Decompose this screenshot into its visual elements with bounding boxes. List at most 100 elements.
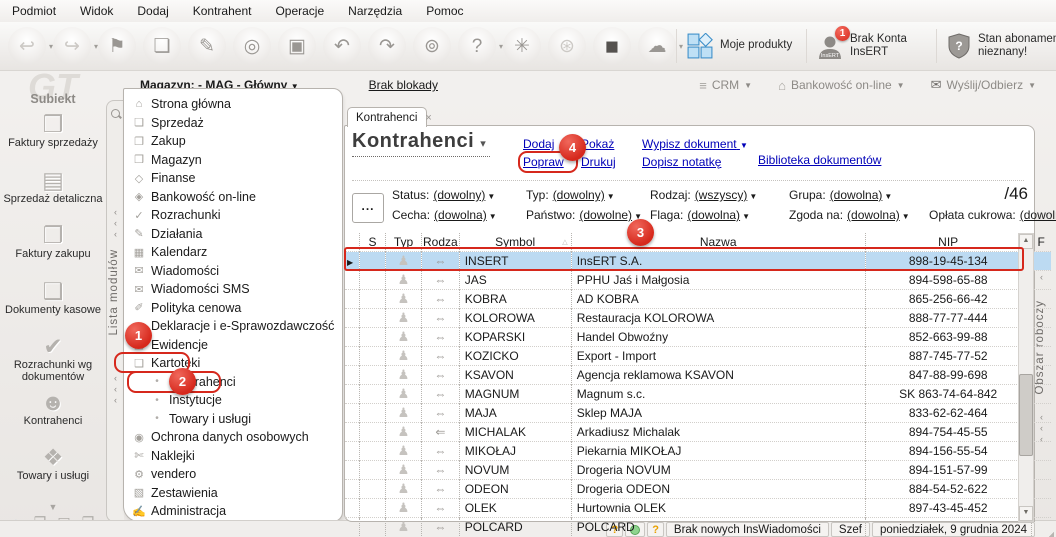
wypisz-dokument-link[interactable]: Wypisz dokument ▼ <box>642 137 748 151</box>
online-globe-icon[interactable]: ⊛ <box>548 27 586 65</box>
table-row[interactable]: ▶ ♟ ⇔ NOVUM Drogeria NOVUM 894-151-57-99 <box>345 461 1051 480</box>
header-f[interactable]: F <box>1031 233 1051 252</box>
table-row[interactable]: ▶ ♟ ⇔ MAGNUM Magnum s.c. SK 863-74-64-84… <box>345 385 1051 404</box>
table-row[interactable]: ▶ ♟ ⇔ POLCARD POLCARD <box>345 518 1051 537</box>
new-document-icon[interactable]: ❏ <box>143 27 181 65</box>
dodaj-link[interactable]: Dodaj <box>523 137 564 151</box>
table-row[interactable]: ▶ ♟ ⇔ KOPARSKI Handel Obwoźny 852-663-99… <box>345 328 1051 347</box>
pin-flag-icon[interactable]: ⚑ <box>98 27 136 65</box>
wiadomosci[interactable]: ✉ Wiadomości <box>124 262 342 281</box>
scroll-down-button[interactable]: ▼ <box>1019 506 1033 521</box>
table-row[interactable]: ▶ ♟ ⇔ MIKOŁAJ Piekarnia MIKOŁAJ 894-156-… <box>345 442 1051 461</box>
table-row[interactable]: ▶ ♟ ⇐ MICHALAK Arkadiusz Michalak 894-75… <box>345 423 1051 442</box>
header-s[interactable]: S <box>360 233 386 252</box>
scrollbar-thumb[interactable] <box>1019 374 1033 456</box>
print-icon[interactable]: ▣ <box>278 27 316 65</box>
filter-value-dropdown[interactable]: (dowolny) <box>553 188 605 202</box>
tab-kontrahenci[interactable]: Kontrahenci × <box>347 107 427 127</box>
menu-item[interactable]: Kontrahent <box>181 1 264 21</box>
header-nip[interactable]: NIP <box>865 233 1031 252</box>
undo-icon[interactable]: ↶ <box>323 27 361 65</box>
my-products-button[interactable]: Moje produkty <box>687 33 796 59</box>
kontrahenci[interactable]: ☻ Kontrahenci <box>0 390 106 446</box>
filter-value-dropdown[interactable]: (dowolna) <box>847 208 900 222</box>
remote-help-icon[interactable]: ⊚ <box>413 27 451 65</box>
bankowosc-on-line[interactable]: ◈ Bankowość on-line <box>124 188 342 207</box>
dopisz-notatke-link[interactable]: Dopisz notatkę <box>642 155 748 169</box>
biblioteka-dokumentow-link[interactable]: Biblioteka dokumentów <box>758 153 881 167</box>
rozrachunki[interactable]: ✓ Rozrachunki <box>124 206 342 225</box>
menu-item[interactable]: Widok <box>68 1 125 21</box>
magazyn[interactable]: ❒ Magazyn <box>124 151 342 170</box>
header-nazwa[interactable]: Nazwa <box>571 233 865 252</box>
filter-value-dropdown[interactable]: (dowolna) <box>1020 208 1056 222</box>
nav-forward-icon[interactable]: ↪ <box>53 27 91 65</box>
deklaracje[interactable]: ◆ Deklaracje i e-Sprawozdawczość <box>124 317 342 336</box>
filter-value-dropdown[interactable]: (dowolny) <box>433 188 485 202</box>
cloud-archive-icon[interactable]: ☁ <box>638 27 676 65</box>
header-rodzaj[interactable]: Rodza <box>422 233 460 252</box>
table-row[interactable]: ▶ ♟ ⇔ KSAVON Agencja reklamowa KSAVON 84… <box>345 366 1051 385</box>
table-row[interactable]: ▶ ♟ ⇔ MAJA Sklep MAJA 833-62-62-464 <box>345 404 1051 423</box>
towary-i-uslugi[interactable]: ❖ Towary i usługi <box>0 445 106 501</box>
scroll-up-button[interactable]: ▲ <box>1019 234 1033 249</box>
nav-back-icon[interactable]: ↩ <box>8 27 46 65</box>
ochrona-danych-osobowych[interactable]: ◉ Ochrona danych osobowych <box>124 428 342 447</box>
filter-value-dropdown[interactable]: (dowolna) <box>830 188 883 202</box>
strona-glowna[interactable]: ⌂ Strona główna <box>124 95 342 114</box>
naklejki[interactable]: ✄ Naklejki <box>124 447 342 466</box>
sprzedaz-detaliczna[interactable]: ▤ Sprzedaż detaliczna <box>0 168 106 224</box>
filter-value-dropdown[interactable]: (dowolna) <box>687 208 740 222</box>
ewidencje[interactable]: ▤ Ewidencje <box>124 336 342 355</box>
table-row[interactable]: ▶ ♟ ⇔ OLEK Hurtownia OLEK 897-43-45-452 <box>345 499 1051 518</box>
faktury-sprzedazy[interactable]: ❒ Faktury sprzedaży <box>0 112 106 168</box>
sync-spinner-icon[interactable]: ✳ <box>503 27 541 65</box>
edit-pen-icon[interactable]: ✎ <box>188 27 226 65</box>
help-icon[interactable]: ? <box>458 27 496 65</box>
table-row[interactable]: ▶ ♟ ⇔ INSERT InsERT S.A. 898-19-45-134 <box>345 252 1051 271</box>
faktury-zakupu[interactable]: ❐ Faktury zakupu <box>0 223 106 279</box>
blokada-link[interactable]: Brak blokady <box>369 78 438 92</box>
polityka-cenowa[interactable]: ✐ Polityka cenowa <box>124 299 342 318</box>
menu-item[interactable]: Operacje <box>263 1 336 21</box>
find-icon[interactable]: ◎ <box>233 27 271 65</box>
pokaz-link[interactable]: Pokaż <box>581 137 616 151</box>
filter-value-dropdown[interactable]: (dowolne) <box>579 208 632 222</box>
send-receive-menu[interactable]: ✉ Wyślij/Odbierz ▼ <box>931 77 1036 93</box>
table-row[interactable]: ▶ ♟ ⇔ KOBRA AD KOBRA 865-256-66-42 <box>345 290 1051 309</box>
header-symbol[interactable]: Symbol△ <box>459 233 571 252</box>
header-typ[interactable]: Typ <box>386 233 422 252</box>
instytucje[interactable]: • Instytucje <box>124 391 342 410</box>
administracja[interactable]: ✍ Administracja <box>124 502 342 521</box>
menu-item[interactable]: Narzędzia <box>336 1 414 21</box>
modules-strip[interactable]: ‹‹‹ Lista modułów ‹‹‹ <box>106 100 124 522</box>
dzialania[interactable]: ✎ Działania <box>124 225 342 244</box>
zakup[interactable]: ❐ Zakup <box>124 132 342 151</box>
insert-account-button[interactable]: InsERT 1 Brak Konta InsERT <box>817 33 926 59</box>
towary-i-uslugi[interactable]: • Towary i usługi <box>124 410 342 429</box>
subscription-status-button[interactable]: ? Stan abonamentu nieznany! <box>947 33 1056 59</box>
table-row[interactable]: ▶ ♟ ⇔ KOZICKO Export - Import 887-745-77… <box>345 347 1051 366</box>
table-row[interactable]: ▶ ♟ ⇔ JAS PPHU Jaś i Małgosia 894-598-65… <box>345 271 1051 290</box>
drukuj-link[interactable]: Drukuj <box>581 155 616 169</box>
zestawienia[interactable]: ▧ Zestawienia <box>124 484 342 503</box>
kartoteki[interactable]: ❑ Kartoteki <box>124 354 342 373</box>
filter-value-dropdown[interactable]: (wszyscy) <box>695 188 748 202</box>
close-icon[interactable]: × <box>425 112 431 124</box>
sprzedaz[interactable]: ❏ Sprzedaż <box>124 114 342 133</box>
more-modules-button[interactable]: ▼ <box>0 502 106 512</box>
vendero[interactable]: ⚙ vendero <box>124 465 342 484</box>
wiadomosci-sms[interactable]: ✉ Wiadomości SMS <box>124 280 342 299</box>
dokumenty-kasowe[interactable]: ❑ Dokumenty kasowe <box>0 279 106 335</box>
banking-menu[interactable]: ⌂ Bankowość on-line ▼ <box>778 78 905 93</box>
menu-item[interactable]: Pomoc <box>414 1 475 21</box>
table-row[interactable]: ▶ ♟ ⇔ ODEON Drogeria ODEON 884-54-52-622 <box>345 480 1051 499</box>
popraw-link[interactable]: Popraw <box>523 155 564 169</box>
table-scrollbar[interactable]: ▲ ▼ <box>1018 233 1034 522</box>
crm-menu[interactable]: ≡ CRM ▼ <box>699 78 752 93</box>
filter-value-dropdown[interactable]: (dowolna) <box>434 208 487 222</box>
menu-item[interactable]: Dodaj <box>125 1 180 21</box>
menu-item[interactable]: Podmiot <box>0 1 68 21</box>
redo-icon[interactable]: ↷ <box>368 27 406 65</box>
table-row[interactable]: ▶ ♟ ⇔ KOLOROWA Restauracja KOLOROWA 888-… <box>345 309 1051 328</box>
